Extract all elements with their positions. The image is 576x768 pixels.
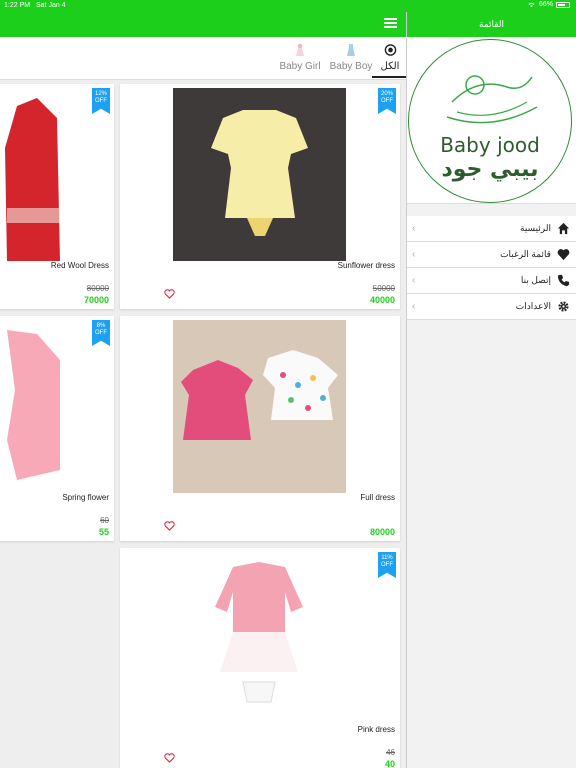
battery-icon [556,1,570,8]
tab-baby-girl-label: Baby Girl [279,61,321,72]
product-image [173,88,346,261]
logo-text-ar: بيبي جود [441,157,539,182]
home-icon [557,222,570,235]
logo-text-en: Baby jood [440,133,540,157]
phone-icon [557,274,570,287]
product-image [173,552,346,725]
chevron-left-icon: ‹ [412,223,416,234]
baby-hands-logo-icon [446,75,538,124]
menu-item-contact[interactable]: ‹ إتصل بنا [407,268,576,294]
product-image [0,320,60,493]
product-card[interactable]: 11% OFF Pink dress 46 40 [120,548,400,768]
menu-label: الرئيسية [520,223,551,233]
product-card[interactable]: 12% OFF Red Wool Dress 80000 70000 [0,84,114,309]
status-time: 1:22 PM [4,2,31,9]
girl-dress-icon [296,43,304,56]
old-price: 60 [100,516,109,525]
menu-label: الاعدادات [515,301,551,311]
product-name: Pink dress [357,725,395,734]
gear-icon [558,301,569,312]
hamburger-menu-icon[interactable] [384,18,397,29]
tab-underline [372,76,408,78]
chevron-left-icon: ‹ [412,301,416,312]
product-name: Spring flower [62,493,109,502]
product-card[interactable]: 8% OFF Spring flower 60 55 [0,316,114,541]
product-name: Red Wool Dress [50,261,109,270]
navigation-drawer: القائمة Baby jood بيبي جود ‹ الرئيسية ‹ … [406,12,576,768]
wishlist-heart-icon[interactable] [164,521,175,531]
chevron-left-icon: ‹ [412,275,416,286]
price: 80000 [369,527,395,537]
menu-item-wishlist[interactable]: ‹ قائمة الرغبات [407,242,576,268]
menu-item-settings[interactable]: ‹ الاعدادات [407,294,576,320]
old-price: 46 [386,748,395,757]
status-right: 66% [527,1,570,8]
product-name: Sunflower dress [337,261,395,270]
product-card[interactable]: Full dress 80000 [120,316,400,541]
heart-icon [557,249,570,261]
product-image [0,88,60,261]
product-image [173,320,346,493]
logo: Baby jood بيبي جود [407,37,576,204]
price: 70000 [83,295,109,305]
menu-label: قائمة الرغبات [500,249,551,259]
drawer-title: القائمة [407,12,576,37]
menu-item-home[interactable]: ‹ الرئيسية [407,216,576,242]
tab-baby-girl[interactable]: Baby Girl [278,43,322,72]
wishlist-heart-icon[interactable] [164,753,175,763]
menu-label: إتصل بنا [520,275,551,285]
app-bar [0,12,406,37]
product-card[interactable]: 20% OFF Sunflower dress 50000 40000 [120,84,400,309]
tab-baby-boy[interactable]: Baby Boy [329,43,373,72]
discount-badge: 12% OFF [92,88,110,114]
chevron-left-icon: ‹ [412,249,416,260]
drawer-spacer [407,204,576,216]
price: 55 [98,527,109,537]
wifi-icon [528,2,535,8]
price: 40 [384,759,395,768]
old-price: 50000 [372,284,395,293]
battery-percent: 66% [538,1,553,8]
product-name: Full dress [360,493,395,502]
boy-dress-icon [347,44,355,56]
product-grid: 12% OFF Red Wool Dress 80000 70000 20% OFF… [0,80,406,768]
discount-badge: 20% OFF [378,88,396,114]
discount-badge: 11% OFF [378,552,396,578]
target-icon [384,44,396,56]
category-tabs: الكل Baby Boy Baby Girl [0,37,408,80]
status-bar: 1:22 PM Sat Jan 4 66% [0,0,576,12]
price: 40000 [369,295,395,305]
tab-baby-boy-label: Baby Boy [329,61,373,72]
wishlist-heart-icon[interactable] [164,289,175,299]
tab-all[interactable]: الكل [372,43,408,78]
discount-badge: 8% OFF [92,320,110,346]
status-date: Sat Jan 4 [36,2,66,9]
old-price: 80000 [86,284,109,293]
tab-all-label: الكل [380,61,400,72]
